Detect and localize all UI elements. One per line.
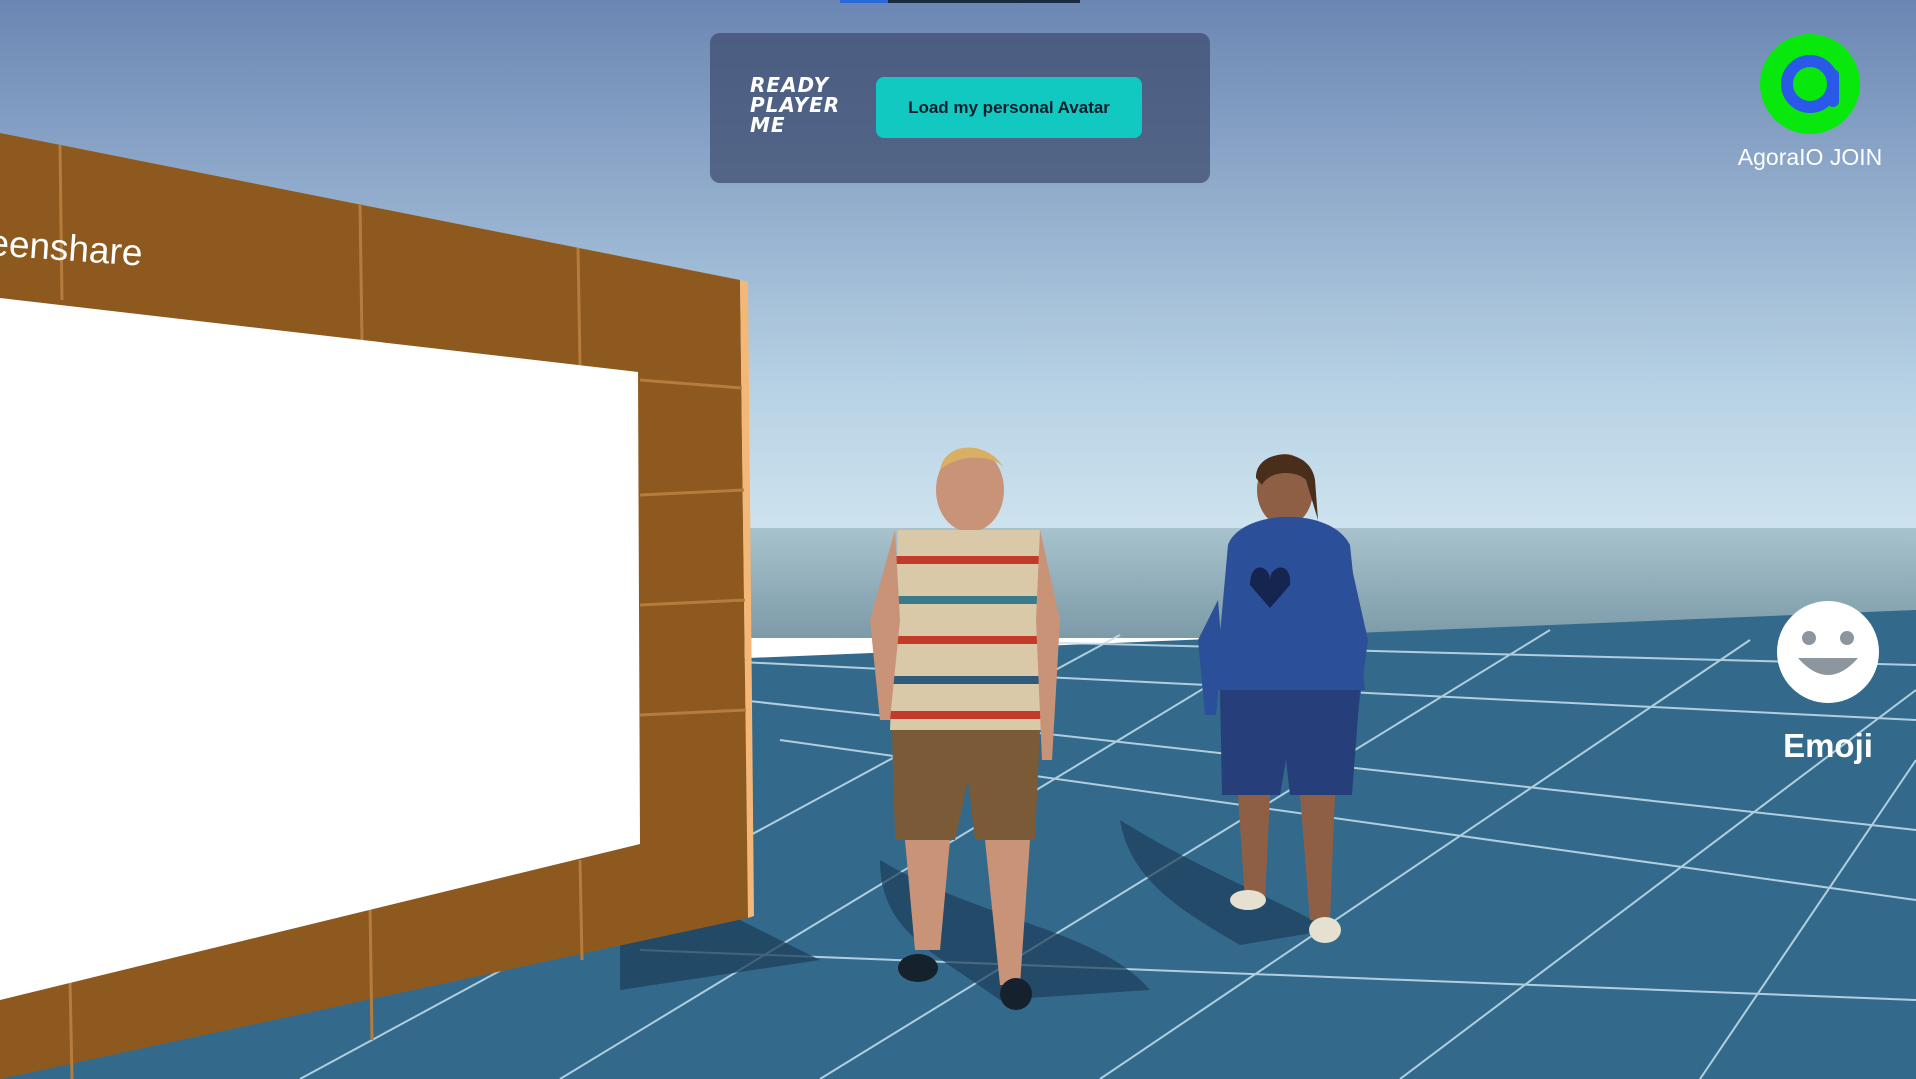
screenshare-wall: [0, 133, 754, 1079]
logo-line-2: PLAYER: [750, 93, 841, 117]
avatar-loader-panel: READY PLAYER ME Load my personal Avatar: [710, 33, 1210, 183]
agora-join-label[interactable]: AgoraIO JOIN: [1730, 144, 1890, 171]
logo-line-3: ME: [750, 113, 786, 137]
load-avatar-button[interactable]: Load my personal Avatar: [876, 77, 1142, 138]
emoji-button[interactable]: Emoji: [1770, 600, 1886, 765]
agora-a-icon: [1781, 55, 1839, 113]
agora-logo-icon[interactable]: [1760, 34, 1860, 134]
top-progress-fill: [840, 0, 888, 3]
smiley-face-icon[interactable]: [1776, 600, 1880, 704]
logo-line-1: READY: [750, 73, 830, 97]
emoji-label[interactable]: Emoji: [1770, 727, 1886, 765]
agora-join-button[interactable]: AgoraIO JOIN: [1730, 34, 1890, 171]
ready-player-me-logo: READY PLAYER ME: [750, 75, 860, 135]
